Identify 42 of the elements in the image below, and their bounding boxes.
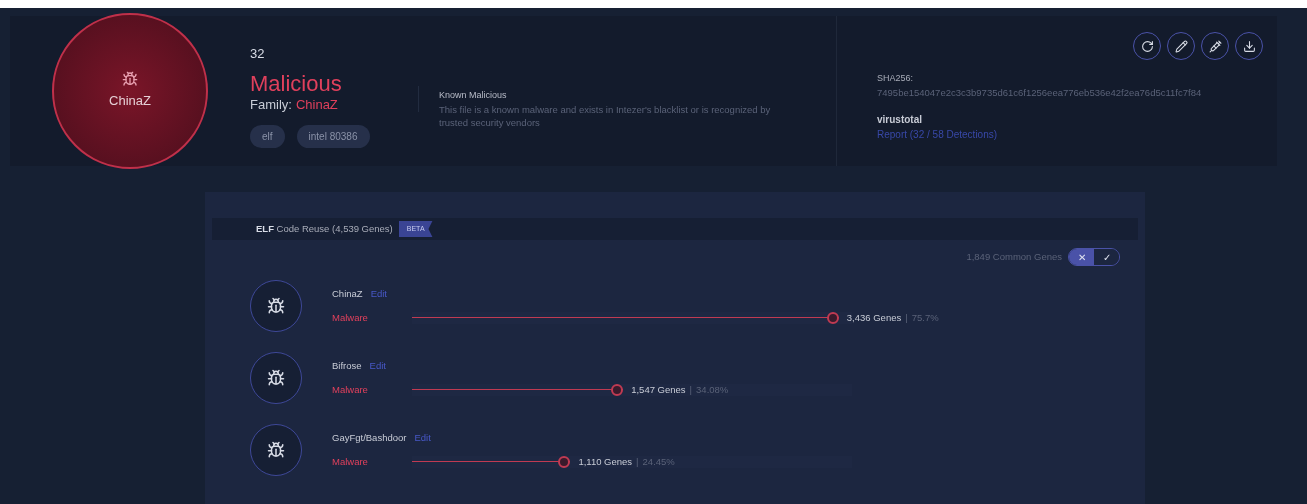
virustotal-label: virustotal	[877, 112, 923, 127]
report-link[interactable]: Report (32 / 58 Detections)	[877, 126, 1277, 142]
pencil-icon	[1174, 39, 1188, 53]
verdict-title: Malicious	[250, 69, 343, 97]
type-label: Malware	[332, 455, 369, 469]
bug-icon	[267, 369, 285, 387]
toggle-option[interactable]: ✕	[1069, 249, 1094, 265]
separator: |	[689, 383, 693, 398]
bug-icon	[267, 297, 285, 315]
gene-count: 1,110 Genes	[578, 455, 633, 470]
refresh-icon	[1140, 39, 1154, 53]
tag-chip: intel 80386	[296, 125, 370, 149]
toggle-switch[interactable]: ✕ ✓	[1068, 248, 1120, 266]
separator: |	[905, 311, 908, 326]
score-text: 32	[250, 45, 266, 63]
family-name: GayFgt/Bashdoor	[332, 430, 407, 445]
edit-link[interactable]: Edit	[370, 286, 387, 301]
bug-icon	[267, 441, 285, 459]
syringe-icon	[1208, 39, 1222, 53]
family-name: Bifrose	[332, 358, 362, 373]
circle-label: ChinaZ	[109, 92, 151, 111]
gene-percent: 24.45%	[642, 455, 675, 470]
edit-link[interactable]: Edit	[369, 358, 386, 373]
bar-thumb	[558, 456, 571, 469]
edit-link[interactable]: Edit	[414, 430, 431, 445]
sha-label: SHA256:	[877, 72, 915, 85]
bug-icon	[122, 71, 138, 88]
section-title: ELF Code Reuse (4,539 Genes)	[256, 221, 393, 236]
type-label: Malware	[332, 311, 369, 325]
download-icon	[1242, 39, 1256, 53]
tag-chip: elf	[250, 125, 285, 149]
gene-count: 1,547 Genes	[631, 383, 686, 398]
separator: |	[636, 455, 639, 470]
verdict-heading: Known Malicious	[439, 89, 508, 102]
bar-thumb	[611, 384, 624, 397]
family-label: Family:	[250, 97, 292, 114]
gene-count: 3,436 Genes	[846, 311, 902, 326]
type-label: Malware	[332, 383, 369, 397]
family-name: ChinaZ	[295, 97, 338, 114]
bar-thumb	[826, 312, 839, 325]
family-name: ChinaZ	[332, 286, 363, 301]
sha-value: 7495be154047e2c3c3b9735d61c6f1256eea776eb536e42f2ea76d5c11fc7f84	[877, 85, 1203, 100]
